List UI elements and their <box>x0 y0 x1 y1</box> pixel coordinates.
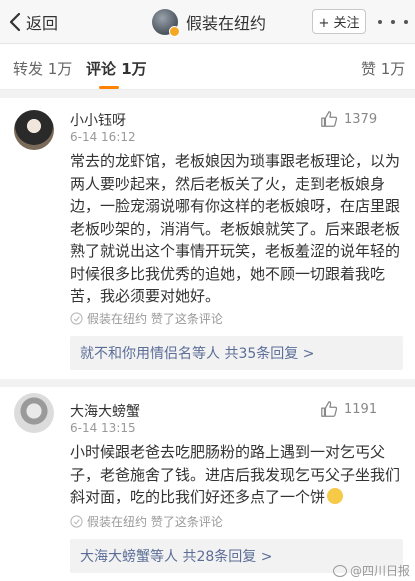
comment-line: 时候很多比我优秀的追她，她不顾一切跟着我吃 <box>70 264 386 283</box>
comment-username[interactable]: 小小钰呀 <box>70 110 126 130</box>
author-liked-text: 假装在纽约 赞了这条评论 <box>87 515 223 529</box>
avatar[interactable] <box>14 393 54 433</box>
watermark: @四川日报 <box>333 562 410 579</box>
author-liked-note: 假装在纽约 赞了这条评论 <box>70 513 223 530</box>
comment-line: 老板吵架的，消消气。老板娘就笑了。后来跟老板 <box>70 219 401 238</box>
author-like-icon <box>70 515 83 528</box>
more-dot <box>391 20 395 24</box>
verified-badge-icon <box>169 26 180 37</box>
smile-emoji-icon <box>327 488 344 504</box>
back-button[interactable]: 返回 <box>8 9 58 35</box>
author-liked-text: 假装在纽约 赞了这条评论 <box>87 312 223 326</box>
author-like-icon <box>70 312 83 325</box>
comment-line: 苦，我必须要对她好。 <box>70 287 221 305</box>
more-dot <box>404 20 408 24</box>
account-name: 假装在纽约 <box>186 14 267 33</box>
comment-username[interactable]: 大海大螃蟹 <box>70 401 140 421</box>
author-liked-note: 假装在纽约 赞了这条评论 <box>70 310 223 327</box>
tab-likes[interactable]: 赞 1万 <box>361 58 405 79</box>
comment-text: 小时候跟老爸去吃肥肠粉的路上遇到一对乞丐父 子，老爸施舍了钱。进店后我发现乞丐父… <box>70 441 405 509</box>
comment-item: 大海大螃蟹 6-14 13:15 1191 小时候跟老爸去吃肥肠粉的路上遇到一对… <box>0 387 415 581</box>
section-divider <box>0 90 415 98</box>
comment-like-button[interactable]: 1191 <box>320 400 377 418</box>
comment-line: 两人要吵起来，然后老板关了火，走到老板娘身 <box>70 174 386 193</box>
top-nav-bar: 返回 假装在纽约 + 关注 <box>0 0 415 44</box>
active-tab-indicator <box>99 86 119 89</box>
more-dots-icon <box>378 20 382 24</box>
section-divider <box>0 379 415 387</box>
comment-text: 常去的龙虾馆，老板娘因为琐事跟老板理论，以为 两人要吵起来，然后老板关了火，走到… <box>70 150 405 308</box>
comment-line: 小时候跟老爸去吃肥肠粉的路上遇到一对乞丐父 <box>70 443 386 461</box>
comment-like-button[interactable]: 1379 <box>320 110 377 128</box>
account-avatar <box>152 9 180 37</box>
account-header[interactable]: 假装在纽约 <box>152 8 267 37</box>
tab-reposts[interactable]: 转发 1万 <box>13 58 72 79</box>
replies-summary[interactable]: 就不和你用情侣名等人 共35条回复 > <box>70 336 403 370</box>
chevron-left-icon <box>9 12 21 32</box>
follow-button[interactable]: + 关注 <box>312 9 366 34</box>
weibo-logo-icon <box>333 564 347 577</box>
more-options-button[interactable] <box>378 12 408 32</box>
comment-time: 6-14 13:15 <box>70 421 136 435</box>
thumbs-up-icon <box>321 401 338 417</box>
comment-item: 小小钰呀 6-14 16:12 1379 常去的龙虾馆，老板娘因为琐事跟老板理论… <box>0 98 415 375</box>
tab-bar: 转发 1万 评论 1万 赞 1万 <box>0 44 415 90</box>
watermark-text: @四川日报 <box>350 564 411 578</box>
back-label: 返回 <box>26 14 59 33</box>
comment-line: 熟了就说出这个事情开玩笑，老板羞涩的说年轻的 <box>70 242 401 260</box>
thumbs-up-icon <box>321 111 338 127</box>
tab-comments[interactable]: 评论 1万 <box>86 58 147 79</box>
comment-line-text: 斜对面，吃的比我们好还多点了一个饼 <box>70 488 326 506</box>
comment-time: 6-14 16:12 <box>70 130 136 144</box>
like-count: 1191 <box>344 401 378 417</box>
like-count: 1379 <box>344 111 378 127</box>
comment-line: 斜对面，吃的比我们好还多点了一个饼 <box>70 486 405 509</box>
avatar[interactable] <box>14 110 54 150</box>
comment-line: 边，一脸宠溺说哪有你这样的老板娘呀，在店里跟 <box>70 197 401 215</box>
comment-line: 常去的龙虾馆，老板娘因为琐事跟老板理论，以为 <box>70 152 401 170</box>
comment-line: 子，老爸施舍了钱。进店后我发现乞丐父子坐我们 <box>70 465 401 484</box>
